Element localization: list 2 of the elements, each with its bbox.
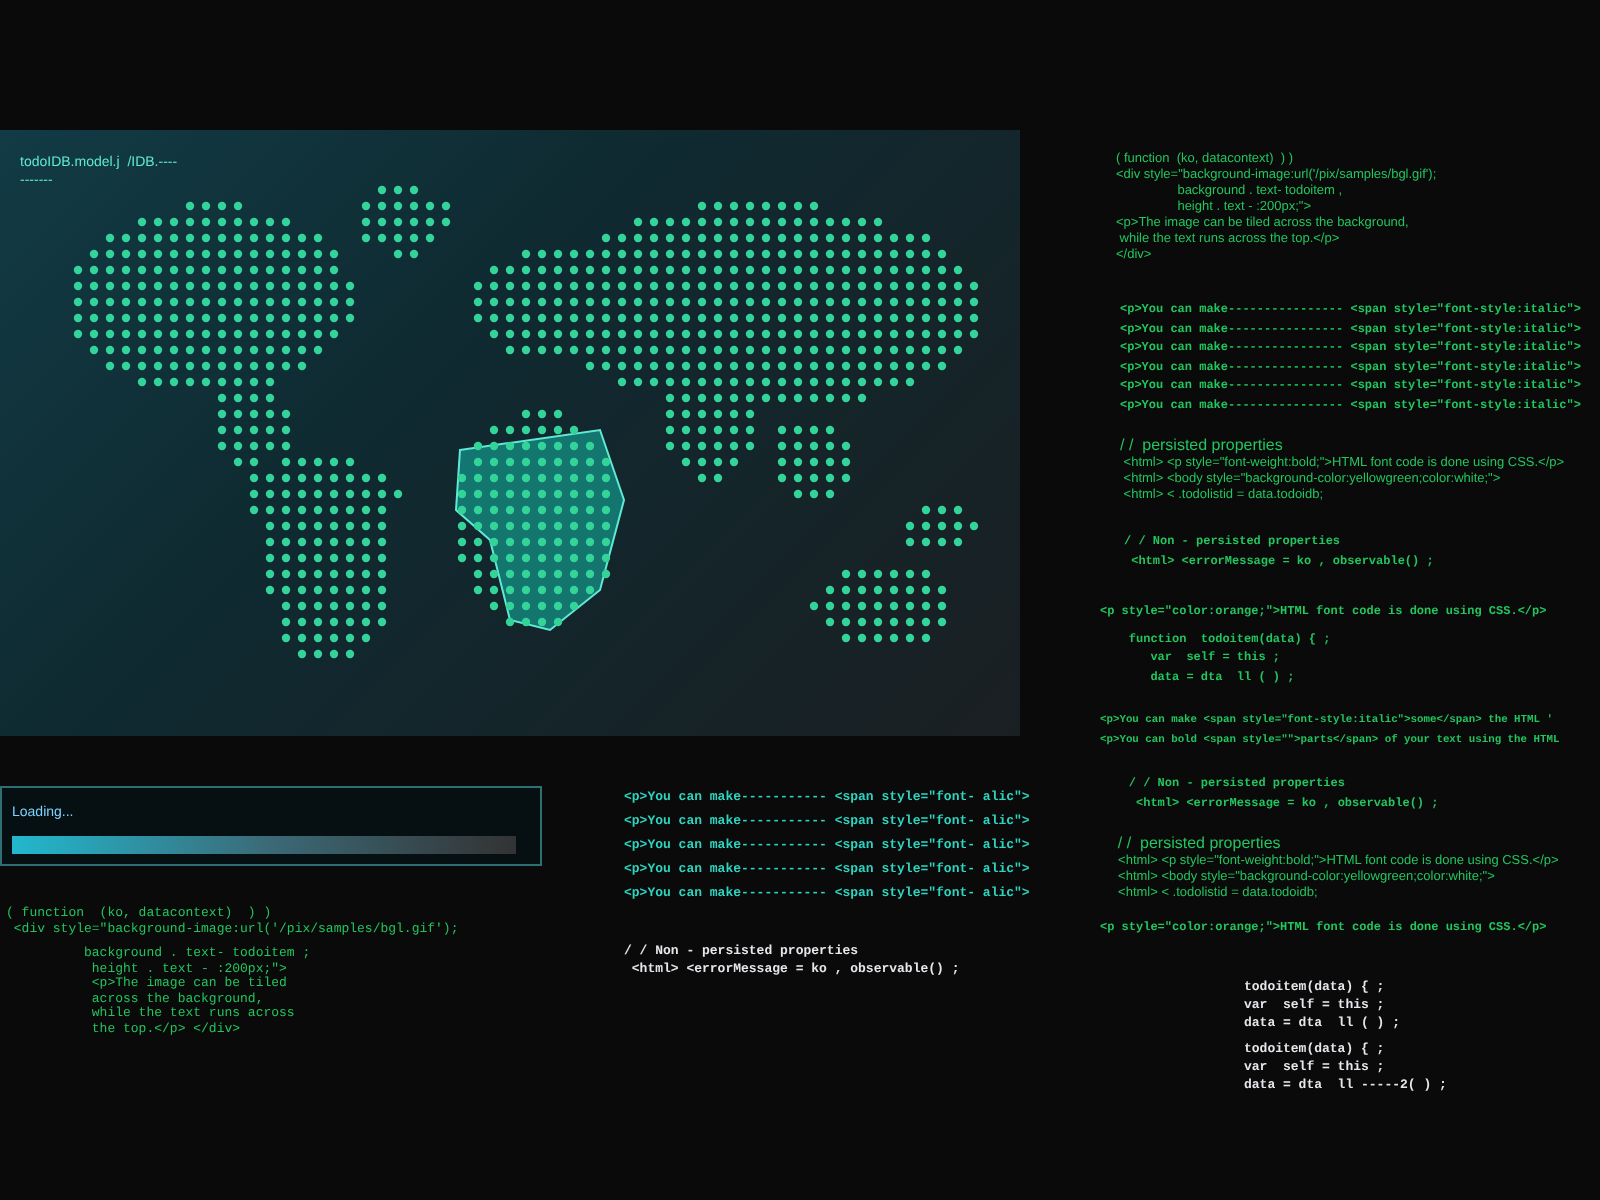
code-line: / / persisted properties — [1115, 832, 1283, 854]
code-line: / / persisted properties — [1120, 434, 1285, 456]
